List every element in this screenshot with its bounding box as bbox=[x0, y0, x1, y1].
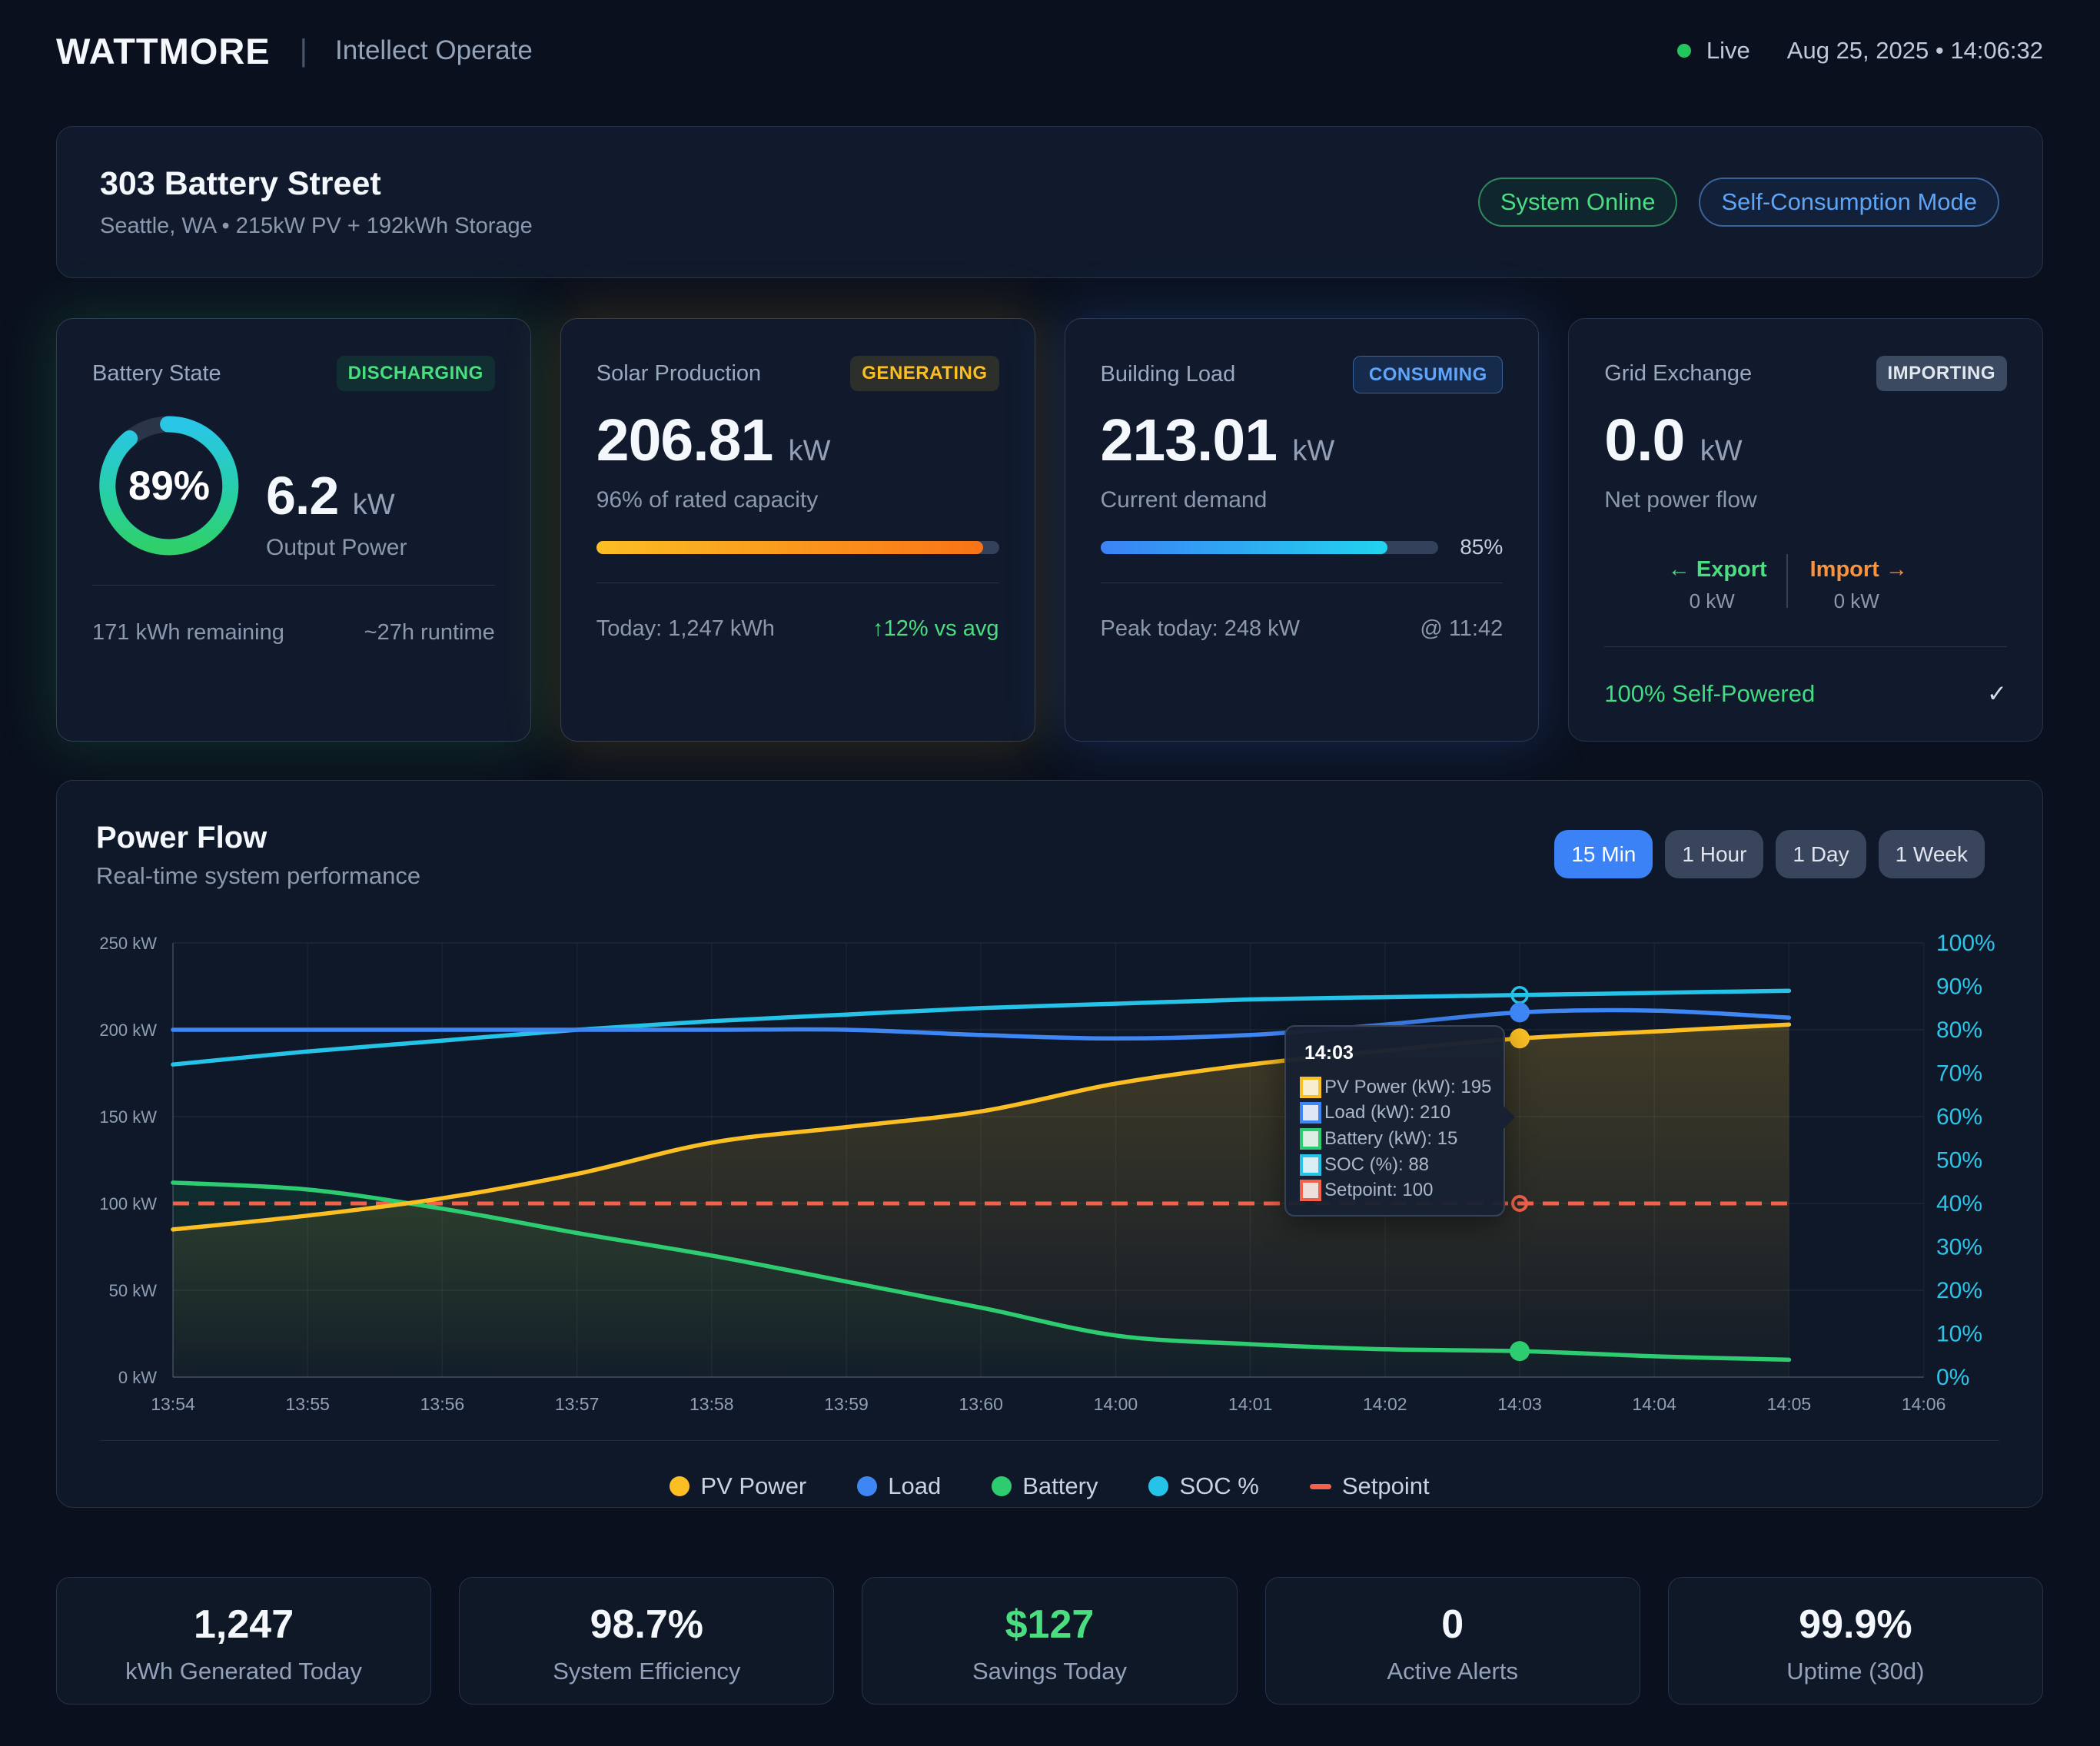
svg-text:50%: 50% bbox=[1936, 1148, 1982, 1173]
svg-text:13:59: 13:59 bbox=[824, 1394, 869, 1414]
svg-text:14:03: 14:03 bbox=[1497, 1394, 1542, 1414]
svg-text:13:55: 13:55 bbox=[285, 1394, 330, 1414]
svg-text:0%: 0% bbox=[1936, 1365, 1969, 1390]
svg-text:0 kW: 0 kW bbox=[118, 1368, 157, 1387]
svg-text:100%: 100% bbox=[1936, 931, 1995, 956]
svg-text:80%: 80% bbox=[1936, 1017, 1982, 1043]
svg-text:13:56: 13:56 bbox=[420, 1394, 465, 1414]
svg-text:14:05: 14:05 bbox=[1767, 1394, 1812, 1414]
svg-text:10%: 10% bbox=[1936, 1322, 1982, 1347]
svg-text:14:01: 14:01 bbox=[1228, 1394, 1273, 1414]
svg-text:200 kW: 200 kW bbox=[99, 1021, 157, 1040]
svg-text:13:60: 13:60 bbox=[959, 1394, 1003, 1414]
svg-text:30%: 30% bbox=[1936, 1235, 1982, 1260]
svg-text:70%: 70% bbox=[1936, 1061, 1982, 1087]
svg-text:14:06: 14:06 bbox=[1902, 1394, 1946, 1414]
svg-text:100 kW: 100 kW bbox=[99, 1194, 157, 1213]
svg-text:13:58: 13:58 bbox=[689, 1394, 734, 1414]
svg-text:60%: 60% bbox=[1936, 1104, 1982, 1130]
svg-text:14:04: 14:04 bbox=[1632, 1394, 1676, 1414]
svg-text:90%: 90% bbox=[1936, 974, 1982, 1000]
svg-text:150 kW: 150 kW bbox=[99, 1107, 157, 1127]
svg-text:20%: 20% bbox=[1936, 1278, 1982, 1303]
svg-text:14:00: 14:00 bbox=[1094, 1394, 1138, 1414]
svg-text:14:02: 14:02 bbox=[1363, 1394, 1407, 1414]
svg-text:50 kW: 50 kW bbox=[109, 1281, 158, 1300]
svg-text:40%: 40% bbox=[1936, 1191, 1982, 1217]
svg-text:250 kW: 250 kW bbox=[99, 934, 157, 953]
svg-text:13:54: 13:54 bbox=[151, 1394, 195, 1414]
svg-text:13:57: 13:57 bbox=[555, 1394, 600, 1414]
